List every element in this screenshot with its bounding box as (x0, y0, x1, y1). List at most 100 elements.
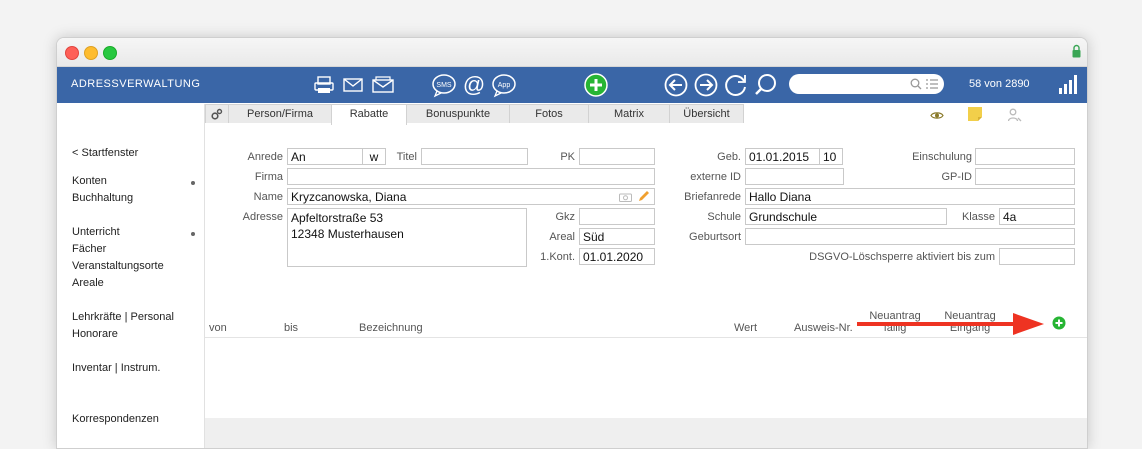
sidebar-item-inventar[interactable]: Inventar | Instrum. (72, 362, 160, 374)
name-label: Name (253, 191, 283, 203)
tab-settings[interactable] (205, 104, 229, 123)
app-window: ADRESSVERWALTUNG SMS @ App 58 von 2890 <… (56, 37, 1088, 449)
age-field[interactable]: 10 (819, 148, 843, 165)
minimize-window-button[interactable] (84, 46, 98, 60)
gp-id-field[interactable] (975, 168, 1075, 185)
forward-icon[interactable] (693, 72, 719, 98)
camera-icon[interactable] (619, 192, 632, 202)
sidebar-item-konten[interactable]: Konten (72, 175, 107, 187)
gkz-field[interactable] (579, 208, 655, 225)
mail-icon[interactable] (342, 72, 364, 98)
record-count: 58 von 2890 (969, 78, 1030, 90)
table-header-divider (205, 337, 1087, 338)
name-value: Kryzcanowska, Diana (291, 190, 407, 204)
adresse-label: Adresse (242, 211, 283, 223)
svg-text:App: App (498, 82, 511, 89)
col-bezeichnung[interactable]: Bezeichnung (359, 322, 423, 334)
sidebar-item-korrespondenzen[interactable]: Korrespondenzen (72, 413, 159, 425)
sidebar-item-startfenster[interactable]: < Startfenster (72, 147, 138, 159)
anrede-field[interactable]: An (287, 148, 363, 165)
search-toolbar-icon[interactable] (753, 72, 779, 98)
svg-text:@: @ (463, 72, 485, 97)
briefanrede-field[interactable]: Hallo Diana (745, 188, 1075, 205)
table-footer (205, 418, 1087, 448)
add-row-icon[interactable] (1052, 316, 1066, 330)
col-von[interactable]: von (209, 322, 227, 334)
user-icon[interactable] (1008, 108, 1022, 122)
tab-bonuspunkte[interactable]: Bonuspunkte (406, 104, 510, 123)
externe-id-label: externe ID (690, 171, 741, 183)
eye-icon[interactable] (930, 111, 944, 120)
dsgvo-field[interactable] (999, 248, 1075, 265)
tab-bar: Person/Firma Rabatte Bonuspunkte Fotos M… (205, 104, 1087, 125)
submenu-indicator (191, 232, 195, 236)
areal-field[interactable]: Süd (579, 228, 655, 245)
svg-text:SMS: SMS (436, 82, 452, 89)
sms-icon[interactable]: SMS (431, 72, 457, 98)
sidebar: < Startfenster Konten Buchhaltung Unterr… (57, 104, 205, 448)
gkz-label: Gkz (555, 211, 575, 223)
note-icon[interactable] (967, 106, 983, 122)
firma-field[interactable] (287, 168, 655, 185)
titel-field[interactable] (421, 148, 528, 165)
pk-field[interactable] (579, 148, 655, 165)
add-icon[interactable] (583, 72, 609, 98)
kont-label: 1.Kont. (540, 251, 575, 263)
title-bar (57, 38, 1087, 67)
at-icon[interactable]: @ (461, 72, 487, 98)
printer-icon[interactable] (313, 72, 335, 98)
adresse-line-2: 12348 Musterhausen (291, 227, 404, 241)
gear-icon (211, 108, 223, 120)
col-wert[interactable]: Wert (734, 322, 757, 334)
refresh-icon[interactable] (723, 72, 749, 98)
tab-uebersicht[interactable]: Übersicht (669, 104, 744, 123)
signal-icon[interactable] (1057, 74, 1079, 96)
gp-id-label: GP-ID (941, 171, 972, 183)
list-icon[interactable] (926, 79, 938, 89)
sidebar-item-honorare[interactable]: Honorare (72, 328, 118, 340)
col-bis[interactable]: bis (284, 322, 298, 334)
app-toolbar: ADRESSVERWALTUNG SMS @ App 58 von 2890 (57, 67, 1087, 103)
name-field[interactable]: Kryzcanowska, Diana (287, 188, 655, 205)
mail-open-icon[interactable] (371, 72, 395, 98)
briefanrede-label: Briefanrede (684, 191, 741, 203)
geburtsort-field[interactable] (745, 228, 1075, 245)
submenu-indicator (191, 181, 195, 185)
schule-label: Schule (707, 211, 741, 223)
app-title: ADRESSVERWALTUNG (71, 78, 201, 90)
areal-label: Areal (549, 231, 575, 243)
sidebar-item-lehrkraefte[interactable]: Lehrkräfte | Personal (72, 311, 174, 323)
geb-field[interactable]: 01.01.2015 (745, 148, 820, 165)
arrow-annotation (857, 313, 1044, 335)
back-icon[interactable] (663, 72, 689, 98)
klasse-field[interactable]: 4a (999, 208, 1075, 225)
einschulung-field[interactable] (975, 148, 1075, 165)
tab-fotos[interactable]: Fotos (509, 104, 589, 123)
dsgvo-label: DSGVO-Löschsperre aktiviert bis zum (809, 251, 995, 263)
externe-id-field[interactable] (745, 168, 844, 185)
pk-label: PK (560, 151, 575, 163)
geb-label: Geb. (717, 151, 741, 163)
anrede-label: Anrede (247, 151, 283, 163)
sidebar-item-veranstaltungsorte[interactable]: Veranstaltungsorte (72, 260, 164, 272)
tab-matrix[interactable]: Matrix (588, 104, 670, 123)
close-window-button[interactable] (65, 46, 79, 60)
sidebar-item-buchhaltung[interactable]: Buchhaltung (72, 192, 133, 204)
klasse-label: Klasse (961, 211, 995, 223)
sidebar-item-areale[interactable]: Areale (72, 277, 104, 289)
adresse-field[interactable]: Apfeltorstraße 53 12348 Musterhausen (287, 208, 527, 267)
tab-rabatte[interactable]: Rabatte (331, 104, 407, 125)
schule-field[interactable]: Grundschule (745, 208, 947, 225)
pencil-icon[interactable] (637, 190, 650, 203)
einschulung-label: Einschulung (912, 151, 972, 163)
sidebar-item-faecher[interactable]: Fächer (72, 243, 106, 255)
col-ausweis-nr[interactable]: Ausweis-Nr. (794, 322, 853, 334)
kont-field[interactable]: 01.01.2020 (579, 248, 655, 265)
zoom-window-button[interactable] (103, 46, 117, 60)
app-icon[interactable]: App (491, 72, 517, 98)
tab-person-firma[interactable]: Person/Firma (228, 104, 332, 123)
sidebar-item-unterricht[interactable]: Unterricht (72, 226, 120, 238)
search-icon (910, 78, 922, 90)
geburtsort-label: Geburtsort (689, 231, 741, 243)
search-input[interactable] (789, 74, 944, 94)
